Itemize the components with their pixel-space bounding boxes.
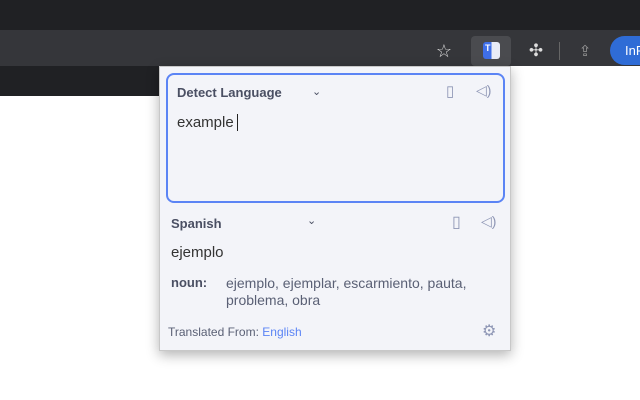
source-language-link[interactable]: English (262, 325, 301, 339)
part-of-speech: noun: (171, 275, 208, 290)
clipboard-icon[interactable]: ▯ (446, 82, 454, 100)
source-language-select[interactable]: Detect Language (177, 85, 282, 100)
share-icon[interactable]: ⇪ (573, 40, 597, 62)
translated-text: ejemplo (171, 244, 224, 261)
source-text-input[interactable]: example (177, 114, 234, 131)
toolbar-divider (559, 42, 560, 60)
footer: Translated From: English (168, 325, 302, 339)
speaker-icon[interactable]: ◁) (476, 82, 491, 99)
target-language-select[interactable]: Spanish (171, 216, 222, 231)
clipboard-icon[interactable]: ▯ (452, 212, 461, 232)
profile-button[interactable]: InP (610, 36, 640, 65)
chevron-down-icon[interactable]: ⌄ (312, 85, 321, 98)
settings-gear-icon[interactable]: ⚙ (482, 321, 496, 341)
title-bar (0, 0, 640, 30)
translate-extension-button[interactable]: T (471, 36, 511, 66)
translated-from-label: Translated From: (168, 325, 259, 339)
source-panel[interactable]: Detect Language ⌄ ▯ ◁) example (166, 73, 505, 203)
translate-icon: T (483, 42, 500, 59)
chevron-down-icon[interactable]: ⌄ (307, 214, 316, 227)
synonyms: ejemplo, ejemplar, escarmiento, pauta, p… (226, 275, 467, 308)
speaker-icon[interactable]: ◁) (481, 213, 496, 230)
bookmark-star-icon[interactable]: ☆ (432, 40, 456, 62)
text-cursor (237, 114, 238, 131)
extensions-puzzle-icon[interactable]: ✣ (524, 40, 548, 62)
translate-popup: Detect Language ⌄ ▯ ◁) example Spanish ⌄… (159, 66, 511, 351)
